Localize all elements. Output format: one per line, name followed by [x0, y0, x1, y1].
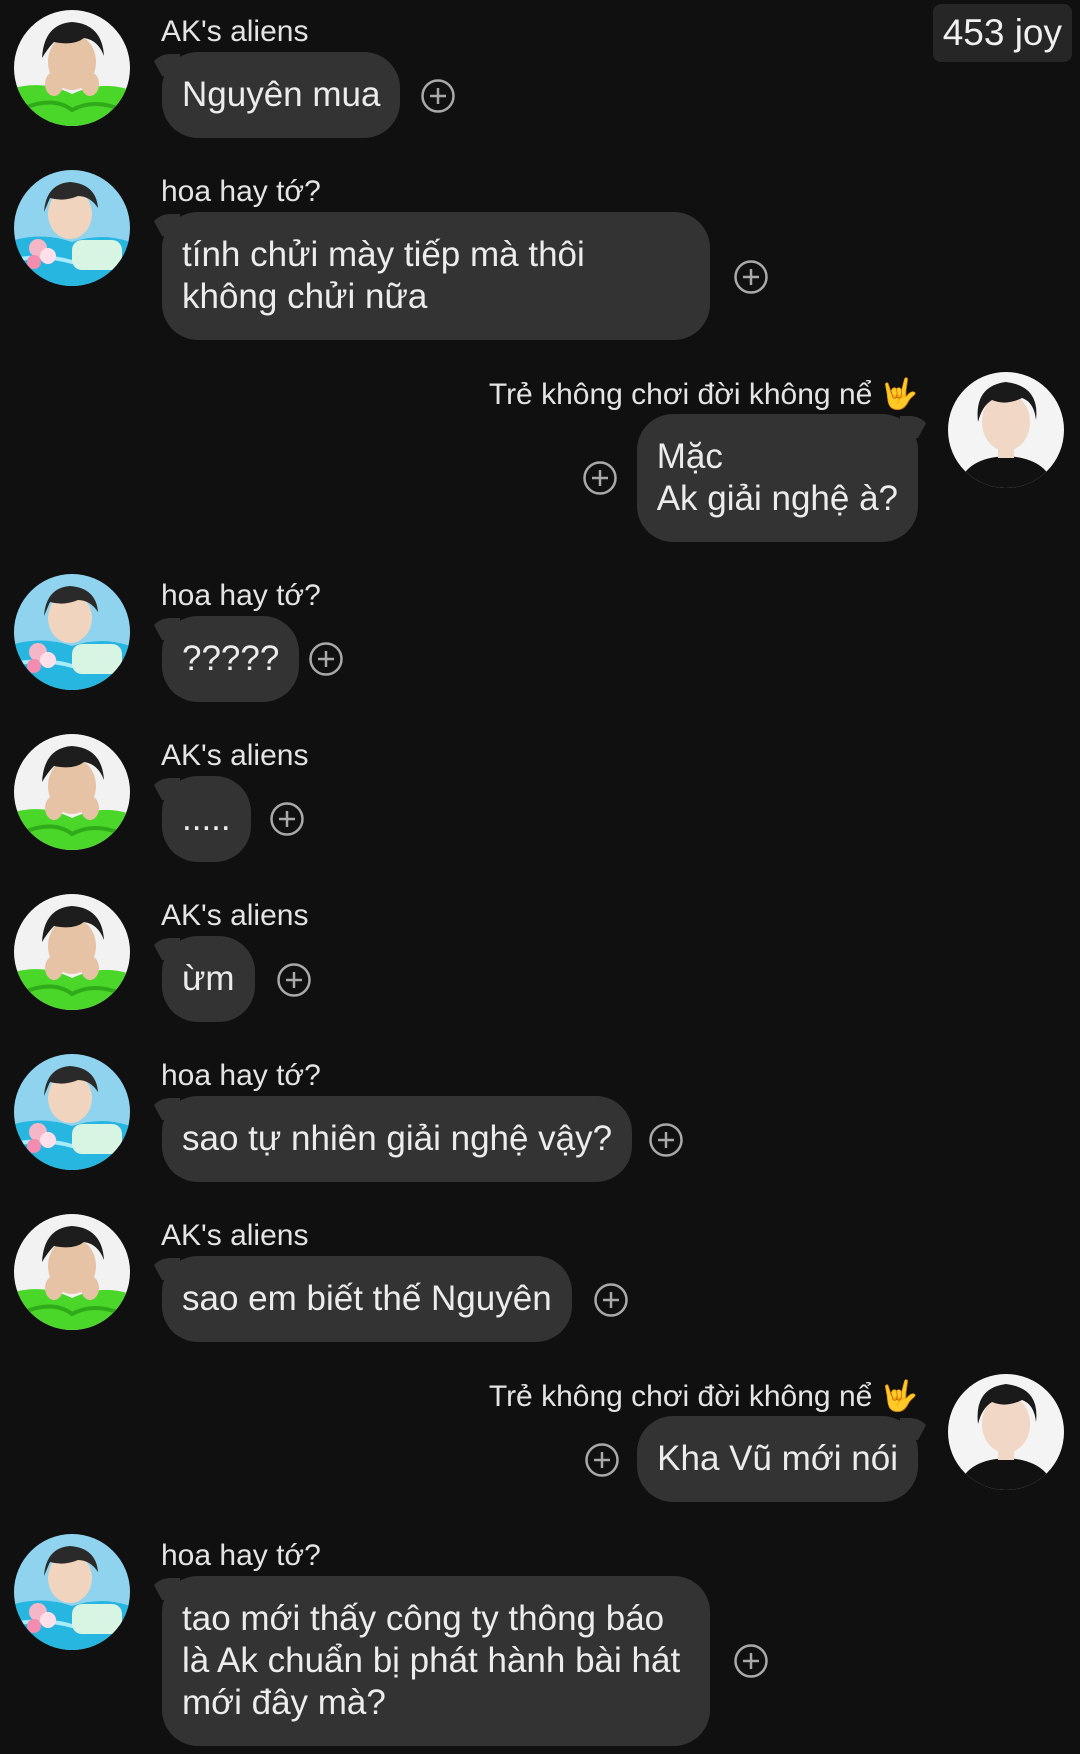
avatar[interactable]	[948, 1374, 1064, 1490]
message-bubble[interactable]: .....	[162, 776, 251, 862]
avatar[interactable]	[14, 170, 130, 286]
plus-circle-icon[interactable]	[269, 801, 305, 837]
sender-name: AK's aliens	[161, 739, 309, 772]
plus-circle-icon[interactable]	[593, 1282, 629, 1318]
plus-circle-icon[interactable]	[276, 962, 312, 998]
message-bubble[interactable]: Kha Vũ mới nói	[637, 1416, 918, 1502]
avatar[interactable]	[14, 734, 130, 850]
plus-circle-icon[interactable]	[584, 1442, 620, 1478]
avatar[interactable]	[14, 1214, 130, 1330]
sender-name: hoa hay tớ?	[161, 579, 321, 612]
message-bubble[interactable]: ừm	[162, 936, 255, 1022]
message-bubble[interactable]: sao tự nhiên giải nghệ vậy?	[162, 1096, 633, 1182]
plus-circle-icon[interactable]	[308, 641, 344, 677]
joy-badge: 453 joy	[932, 4, 1072, 62]
plus-circle-icon[interactable]	[420, 78, 456, 114]
message-bubble[interactable]: tao mới thấy công ty thông báo là Ak chu…	[162, 1576, 710, 1746]
sender-name: hoa hay tớ?	[161, 1539, 321, 1572]
avatar[interactable]	[14, 10, 130, 126]
message-bubble[interactable]: Mặc Ak giải nghệ à?	[636, 414, 918, 542]
avatar[interactable]	[14, 574, 130, 690]
sender-name: Trẻ không chơi đời không nể 🤟	[488, 378, 918, 411]
avatar[interactable]	[948, 372, 1064, 488]
message-bubble[interactable]: tính chửi mày tiếp mà thôi không chửi nữ…	[162, 212, 710, 340]
sender-name: AK's aliens	[161, 899, 309, 932]
sender-name: hoa hay tớ?	[161, 1059, 321, 1092]
sender-name: AK's aliens	[161, 15, 309, 48]
avatar[interactable]	[14, 1054, 130, 1170]
sender-name: AK's aliens	[161, 1219, 309, 1252]
message-bubble[interactable]: ?????	[162, 616, 300, 702]
avatar[interactable]	[14, 894, 130, 1010]
message-bubble[interactable]: sao em biết thế Nguyên	[162, 1256, 572, 1342]
plus-circle-icon[interactable]	[733, 1643, 769, 1679]
sender-name: hoa hay tớ?	[161, 175, 321, 208]
plus-circle-icon[interactable]	[648, 1122, 684, 1158]
sender-name: Trẻ không chơi đời không nể 🤟	[488, 1380, 918, 1413]
plus-circle-icon[interactable]	[733, 259, 769, 295]
message-bubble[interactable]: Nguyên mua	[162, 52, 401, 138]
plus-circle-icon[interactable]	[582, 460, 618, 496]
avatar[interactable]	[14, 1534, 130, 1650]
